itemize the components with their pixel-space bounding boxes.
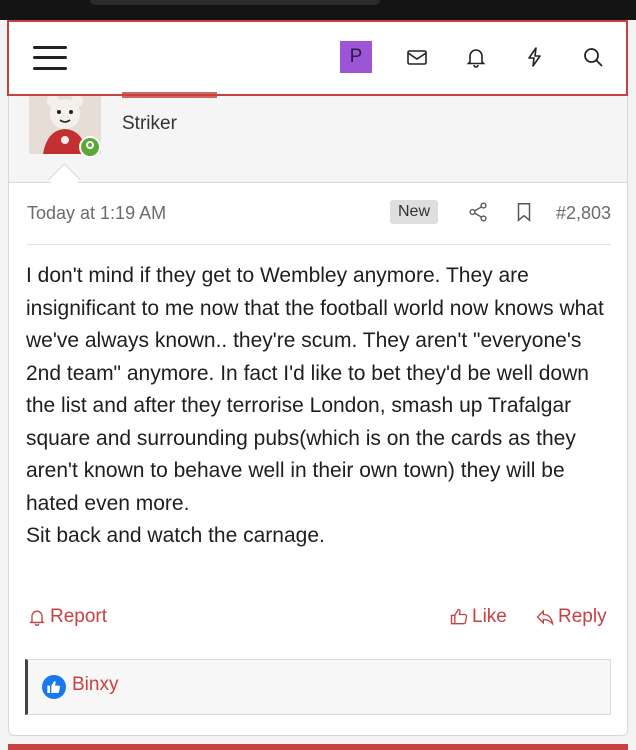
post-body: I don't mind if they get to Wembley anym… bbox=[26, 260, 616, 553]
thumbs-up-icon bbox=[450, 608, 468, 625]
post-paragraph: I don't mind if they get to Wembley anym… bbox=[26, 264, 604, 515]
report-button[interactable]: Report bbox=[27, 606, 107, 628]
online-status-icon bbox=[79, 136, 101, 158]
post-paragraph: Sit back and watch the carnage. bbox=[26, 524, 325, 547]
menu-icon[interactable] bbox=[33, 42, 67, 74]
reply-button[interactable]: Reply bbox=[535, 606, 607, 628]
account-avatar[interactable]: P bbox=[340, 41, 372, 73]
like-label: Like bbox=[472, 606, 507, 627]
next-post-edge bbox=[8, 744, 628, 750]
top-navbar: P bbox=[7, 20, 628, 96]
reply-label: Reply bbox=[558, 606, 607, 627]
bell-icon bbox=[29, 610, 45, 626]
post-card: Striker Today at 1:19 AM New #2,803 I do… bbox=[8, 92, 628, 736]
post-meta: Today at 1:19 AM New #2,803 bbox=[27, 200, 611, 235]
post-actions: Report Like Reply bbox=[27, 606, 611, 636]
post-number[interactable]: #2,803 bbox=[556, 203, 611, 224]
user-title: Striker bbox=[122, 113, 177, 134]
reaction-user-link[interactable]: Binxy bbox=[72, 674, 118, 696]
like-button[interactable]: Like bbox=[449, 606, 507, 628]
like-reaction-icon bbox=[42, 675, 66, 699]
status-bar bbox=[0, 0, 636, 20]
reply-icon bbox=[536, 609, 554, 626]
lightning-icon[interactable] bbox=[523, 45, 547, 69]
bell-icon[interactable] bbox=[464, 45, 488, 69]
bookmark-icon[interactable] bbox=[513, 201, 535, 223]
username-clipped[interactable] bbox=[122, 92, 217, 98]
new-badge: New bbox=[390, 200, 439, 224]
report-label: Report bbox=[50, 606, 108, 627]
mail-icon[interactable] bbox=[405, 45, 429, 69]
status-bar-notch bbox=[90, 0, 380, 5]
post-timestamp[interactable]: Today at 1:19 AM bbox=[27, 203, 166, 224]
reactions-bar: Binxy bbox=[25, 659, 611, 715]
share-icon[interactable] bbox=[467, 201, 489, 223]
search-icon[interactable] bbox=[581, 45, 605, 69]
meta-divider bbox=[27, 244, 611, 245]
post-user-info: Striker bbox=[9, 92, 627, 183]
